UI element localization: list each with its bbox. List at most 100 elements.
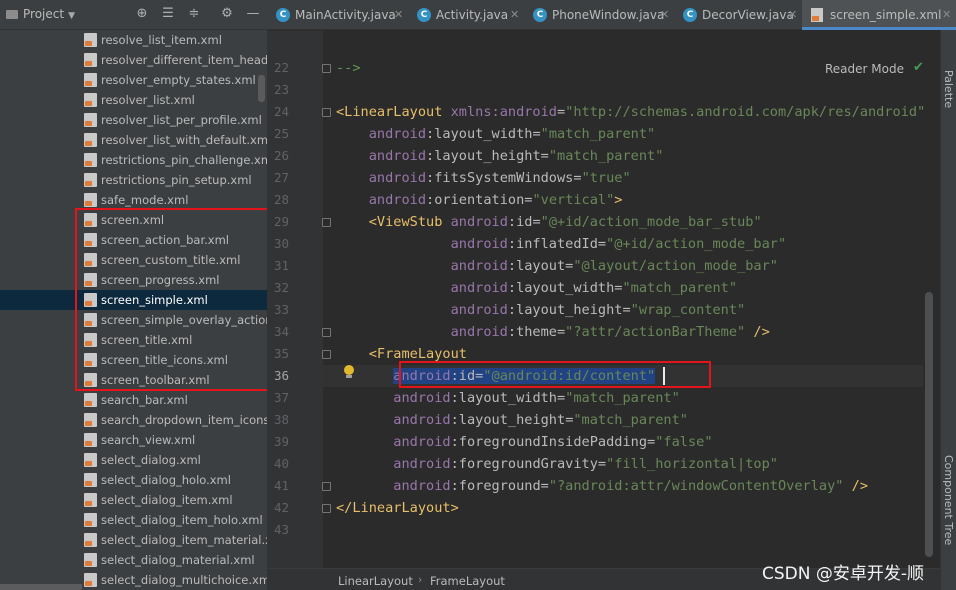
editor-scrollbar[interactable] <box>925 292 933 557</box>
code-line-32[interactable]: android:layout_width="match_parent" <box>336 280 737 296</box>
component-tree-tool-button[interactable]: Component Tree <box>942 455 955 545</box>
code-line-27[interactable]: android:fitsSystemWindows="true" <box>336 170 631 186</box>
selected-text[interactable]: android:id="@android:id/content" <box>393 368 656 384</box>
code-line-38[interactable]: android:layout_height="match_parent" <box>336 412 688 428</box>
close-icon[interactable]: ✕ <box>942 8 951 21</box>
fold-marker-icon[interactable] <box>322 108 331 117</box>
code-line-40[interactable]: android:foregroundGravity="fill_horizont… <box>336 456 778 472</box>
tab-decorview[interactable]: C DecorView.java ✕ <box>674 0 802 30</box>
code-line-33[interactable]: android:layout_height="wrap_content" <box>336 302 746 318</box>
code-line-30[interactable]: android:inflatedId="@+id/action_mode_bar… <box>336 236 787 252</box>
file-tree-item[interactable]: select_dialog_item_holo.xml <box>0 510 267 530</box>
file-name: select_dialog_item_material.xml <box>101 533 287 547</box>
fold-marker-icon[interactable] <box>322 64 331 73</box>
code-attribute: layout_height <box>434 148 541 164</box>
code-value: "@+id/action_mode_bar_stub" <box>540 214 762 230</box>
close-icon[interactable]: ✕ <box>660 8 669 21</box>
file-tree-item[interactable]: screen_toolbar.xml <box>0 370 267 390</box>
gear-icon[interactable]: ⚙ <box>219 6 235 22</box>
file-tree-item[interactable]: screen_custom_title.xml <box>0 250 267 270</box>
java-class-icon: C <box>417 8 431 22</box>
code-line-22[interactable]: --> <box>336 60 361 76</box>
file-tree-item[interactable]: screen_title.xml <box>0 330 267 350</box>
project-view-selector[interactable]: Project ▼ <box>6 7 75 21</box>
code-tag-close: /> <box>745 324 770 340</box>
file-tree-item[interactable]: screen_simple.xml <box>0 290 267 310</box>
tab-phonewindow[interactable]: C PhoneWindow.java ✕ <box>524 0 674 30</box>
expand-all-icon[interactable]: ☰ <box>160 6 176 22</box>
code-line-36[interactable]: android:id="@android:id/content" <box>336 368 656 384</box>
collapse-all-icon[interactable]: ≑ <box>186 6 202 22</box>
hide-panel-icon[interactable]: — <box>245 6 261 22</box>
file-tree-item[interactable]: select_dialog_item.xml <box>0 490 267 510</box>
file-tree-item[interactable]: screen_action_bar.xml <box>0 230 267 250</box>
code-attribute: inflatedId <box>516 236 598 252</box>
file-name: resolver_list.xml <box>101 93 195 107</box>
file-tree-item[interactable]: screen_progress.xml <box>0 270 267 290</box>
palette-tool-button[interactable]: Palette <box>942 70 955 108</box>
code-line-41[interactable]: android:foreground="?android:attr/window… <box>336 478 868 494</box>
tab-activity[interactable]: C Activity.java ✕ <box>408 0 524 30</box>
code-line-42[interactable]: </LinearLayout> <box>336 500 459 516</box>
fold-marker-icon[interactable] <box>322 328 331 337</box>
file-tree-item[interactable]: search_bar.xml <box>0 390 267 410</box>
code-namespace: android <box>393 368 451 384</box>
project-panel-header: Project ▼ ⊕ ☰ ≑ ⚙ — <box>0 0 267 30</box>
file-tree-item[interactable]: screen_simple_overlay_action_m <box>0 310 289 330</box>
file-tree-item[interactable]: resolve_list_item.xml <box>0 30 267 50</box>
tab-screen-simple[interactable]: screen_simple.xml ✕ <box>802 0 956 30</box>
file-tree-item[interactable]: restrictions_pin_setup.xml <box>0 170 267 190</box>
fold-marker-icon[interactable] <box>322 350 331 359</box>
file-tree-item[interactable]: resolver_list_with_default.xml <box>0 130 271 150</box>
code-line-31[interactable]: android:layout="@layout/action_mode_bar" <box>336 258 778 274</box>
code-line-39[interactable]: android:foregroundInsidePadding="false" <box>336 434 712 450</box>
file-tree-item[interactable]: resolver_empty_states.xml <box>0 70 267 90</box>
file-tree: resolve_list_item.xml resolver_different_… <box>0 30 289 590</box>
code-line-29[interactable]: <ViewStub android:id="@+id/action_mode_b… <box>336 214 762 230</box>
locate-target-icon[interactable]: ⊕ <box>134 6 150 22</box>
code-line-25[interactable]: android:layout_width="match_parent" <box>336 126 655 142</box>
file-tree-item[interactable]: search_dropdown_item_icons_2 <box>0 410 282 430</box>
file-tree-item[interactable]: select_dialog_item_material.xml <box>0 530 286 550</box>
code-value: "?attr/actionBarTheme" <box>565 324 746 340</box>
code-line-24[interactable]: <LinearLayout xmlns:android="http://sche… <box>336 104 925 120</box>
file-tree-item[interactable]: search_view.xml <box>0 430 267 450</box>
code-equals: = <box>557 104 566 120</box>
code-value: "match_parent" <box>573 412 688 428</box>
file-name: resolver_list_per_profile.xml <box>101 113 262 127</box>
file-tree-item[interactable]: select_dialog_material.xml <box>0 550 267 570</box>
file-tree-item[interactable]: resolver_list_per_profile.xml <box>0 110 267 130</box>
file-tree-item[interactable]: safe_mode.xml <box>0 190 267 210</box>
breadcrumb-item-linearlayout[interactable]: LinearLayout <box>338 574 413 588</box>
breadcrumb-item-framelayout[interactable]: FrameLayout <box>430 574 505 588</box>
code-line-34[interactable]: android:theme="?attr/actionBarTheme" /> <box>336 324 770 340</box>
code-equals: = <box>556 324 566 340</box>
file-tree-item[interactable]: screen.xml <box>0 210 267 230</box>
code-attribute: id <box>516 214 533 230</box>
project-horizontal-scrollbar[interactable] <box>0 584 82 590</box>
file-tree-item[interactable]: select_dialog.xml <box>0 450 267 470</box>
code-line-35[interactable]: <FrameLayout <box>336 346 467 362</box>
fold-marker-icon[interactable] <box>322 504 331 513</box>
file-tree-item[interactable]: resolver_different_item_header.x <box>0 50 289 70</box>
file-tree-item[interactable]: restrictions_pin_challenge.xml <box>0 150 275 170</box>
fold-marker-icon[interactable] <box>322 482 331 491</box>
code-tag: <FrameLayout <box>368 346 467 362</box>
code-tag-close: > <box>614 192 623 208</box>
code-line-28[interactable]: android:orientation="vertical"> <box>336 192 623 208</box>
file-tree-item[interactable]: screen_title_icons.xml <box>0 350 267 370</box>
file-tree-item[interactable]: resolver_list.xml <box>0 90 267 110</box>
file-name: screen_custom_title.xml <box>101 253 241 267</box>
code-value: "match_parent" <box>565 390 680 406</box>
reader-mode-button[interactable]: Reader Mode <box>825 62 904 76</box>
tab-label: PhoneWindow.java <box>552 8 665 22</box>
fold-marker-icon[interactable] <box>322 218 331 227</box>
close-icon[interactable]: ✕ <box>394 8 403 21</box>
close-icon[interactable]: ✕ <box>788 8 797 21</box>
code-line-26[interactable]: android:layout_height="match_parent" <box>336 148 664 164</box>
tab-mainactivity[interactable]: C MainActivity.java ✕ <box>267 0 408 30</box>
project-scrollbar[interactable] <box>258 75 265 102</box>
code-line-37[interactable]: android:layout_width="match_parent" <box>336 390 680 406</box>
file-tree-item[interactable]: select_dialog_holo.xml <box>0 470 267 490</box>
close-icon[interactable]: ✕ <box>510 8 519 21</box>
